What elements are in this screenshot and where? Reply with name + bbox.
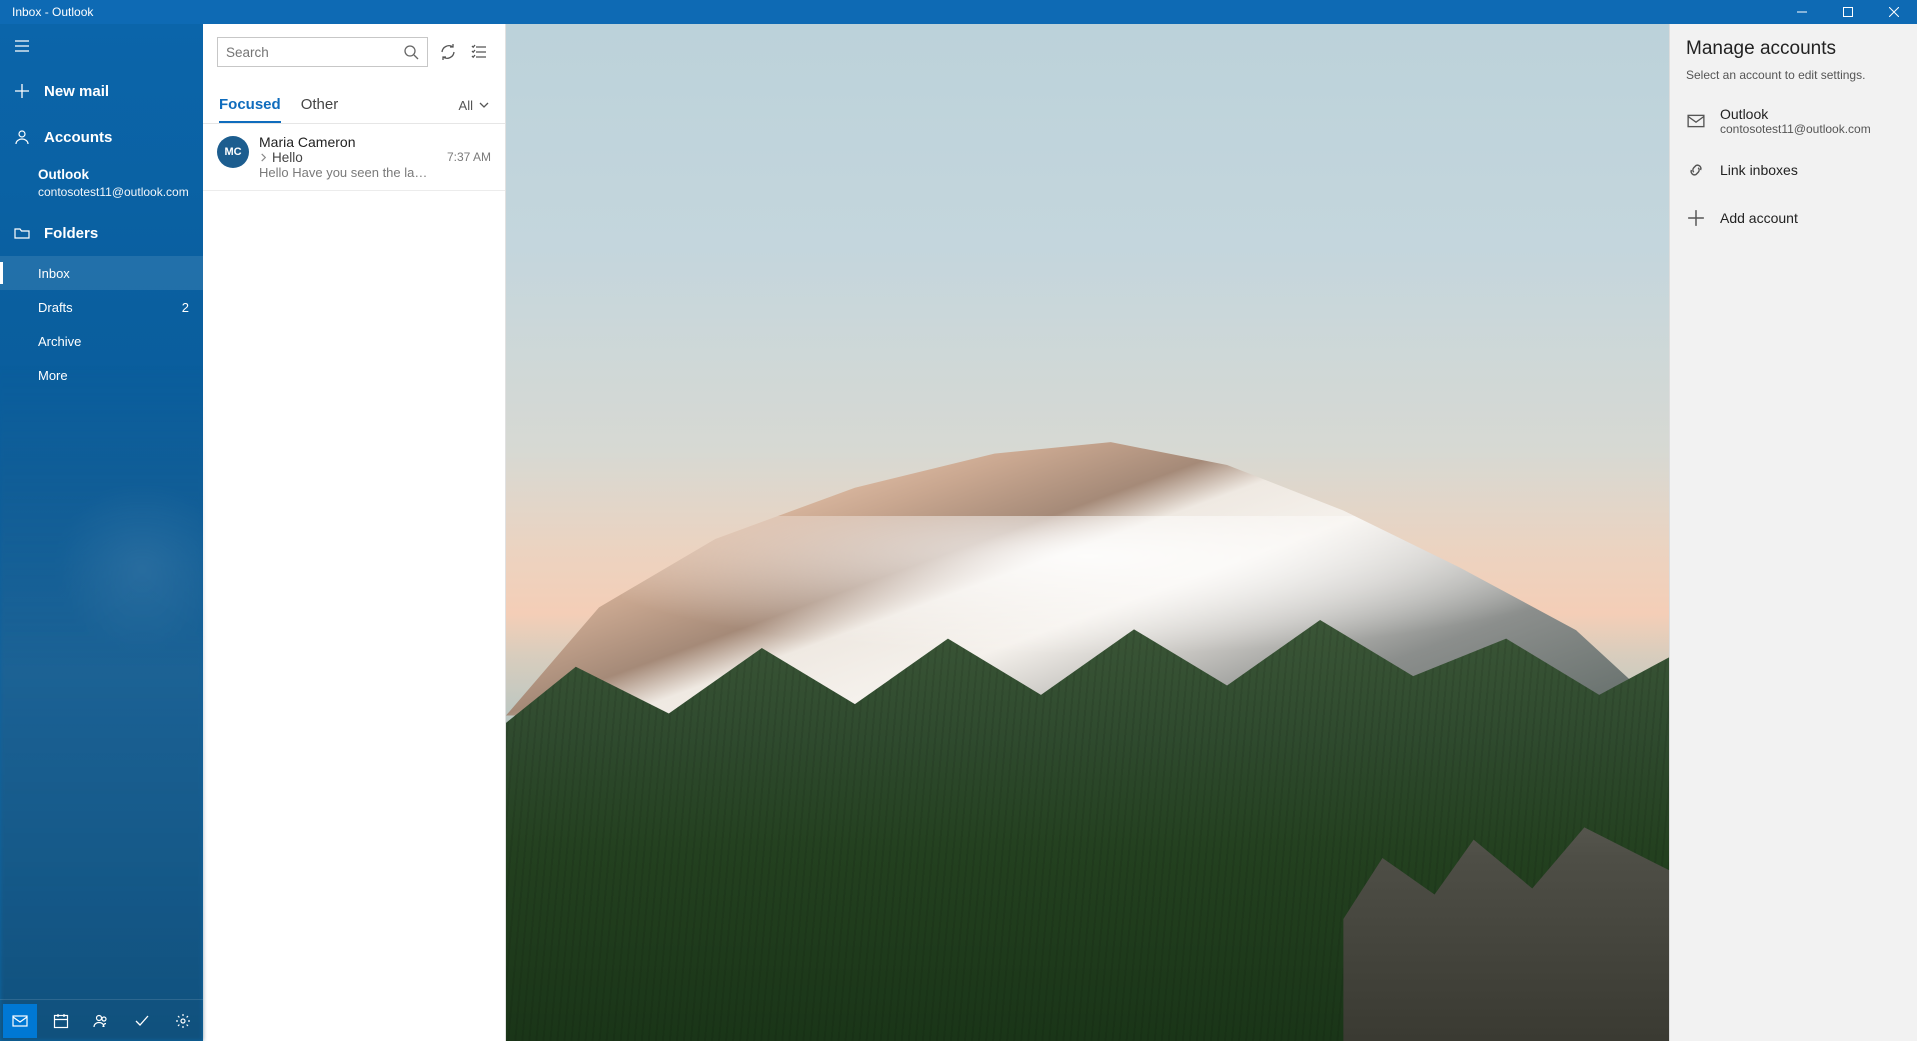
account-entry-name: Outlook <box>1720 106 1871 122</box>
message-list-pane: Focused Other All MC Maria Cameron Hello <box>203 24 506 1041</box>
close-button[interactable] <box>1871 0 1917 24</box>
hamburger-button[interactable] <box>0 24 203 68</box>
folders-label: Folders <box>44 225 98 242</box>
chevron-right-icon <box>259 150 268 165</box>
sync-button[interactable] <box>436 38 460 66</box>
menu-icon <box>14 38 30 54</box>
sidebar-account-email: contosotest11@outlook.com <box>38 184 189 200</box>
avatar: MC <box>217 136 249 168</box>
search-input[interactable] <box>226 45 403 60</box>
maximize-button[interactable] <box>1825 0 1871 24</box>
sidebar: New mail Accounts Outlook contosotest11@… <box>0 24 203 1041</box>
folders-header[interactable]: Folders <box>0 210 203 256</box>
chevron-down-icon <box>479 98 489 113</box>
folder-archive-label: Archive <box>38 334 81 349</box>
mail-icon <box>1686 111 1706 131</box>
folder-inbox-label: Inbox <box>38 266 70 281</box>
folder-drafts-count: 2 <box>182 300 189 315</box>
manage-accounts-panel: Manage accounts Select an account to edi… <box>1669 24 1917 1041</box>
account-entry-email: contosotest11@outlook.com <box>1720 122 1871 136</box>
message-time: 7:37 AM <box>447 150 491 164</box>
add-account-label: Add account <box>1720 210 1798 226</box>
add-account-button[interactable]: Add account <box>1670 194 1917 242</box>
link-inboxes-label: Link inboxes <box>1720 162 1798 178</box>
selection-mode-button[interactable] <box>468 38 492 66</box>
reading-pane <box>506 24 1669 1041</box>
filter-label: All <box>459 98 473 113</box>
folder-more-label: More <box>38 368 68 383</box>
window-title: Inbox - Outlook <box>0 5 1779 19</box>
tab-other[interactable]: Other <box>301 96 339 123</box>
new-mail-label: New mail <box>44 83 109 100</box>
message-item[interactable]: MC Maria Cameron Hello Hello Have you se… <box>203 124 505 191</box>
folder-drafts[interactable]: Drafts 2 <box>0 290 203 324</box>
sidebar-account-name: Outlook <box>38 166 189 184</box>
account-entry[interactable]: Outlook contosotest11@outlook.com <box>1670 96 1917 146</box>
manage-accounts-hint: Select an account to edit settings. <box>1670 68 1917 96</box>
plus-icon <box>1686 208 1706 228</box>
message-subject: Hello <box>272 150 303 165</box>
title-bar: Inbox - Outlook <box>0 0 1917 24</box>
folder-archive[interactable]: Archive <box>0 324 203 358</box>
sidebar-account-item[interactable]: Outlook contosotest11@outlook.com <box>0 160 203 210</box>
search-box[interactable] <box>217 37 428 67</box>
search-icon[interactable] <box>403 44 419 60</box>
message-from: Maria Cameron <box>259 134 431 150</box>
link-inboxes-button[interactable]: Link inboxes <box>1670 146 1917 194</box>
link-icon <box>1686 160 1706 180</box>
folder-more[interactable]: More <box>0 358 203 392</box>
folder-drafts-label: Drafts <box>38 300 73 315</box>
accounts-header[interactable]: Accounts <box>0 114 203 160</box>
folder-inbox[interactable]: Inbox <box>0 256 203 290</box>
message-preview: Hello Have you seen the latest new, ... <box>259 165 431 180</box>
accounts-label: Accounts <box>44 129 112 146</box>
person-icon <box>14 129 30 145</box>
minimize-button[interactable] <box>1779 0 1825 24</box>
todo-app-button[interactable] <box>125 1004 159 1038</box>
folder-icon <box>14 225 30 241</box>
mail-app-button[interactable] <box>3 1004 37 1038</box>
calendar-app-button[interactable] <box>44 1004 78 1038</box>
people-app-button[interactable] <box>84 1004 118 1038</box>
filter-dropdown[interactable]: All <box>459 98 489 123</box>
plus-icon <box>14 83 30 99</box>
manage-accounts-title: Manage accounts <box>1670 24 1917 68</box>
settings-button[interactable] <box>166 1004 200 1038</box>
new-mail-button[interactable]: New mail <box>0 68 203 114</box>
bottom-app-bar <box>0 999 203 1041</box>
tab-focused[interactable]: Focused <box>219 96 281 123</box>
